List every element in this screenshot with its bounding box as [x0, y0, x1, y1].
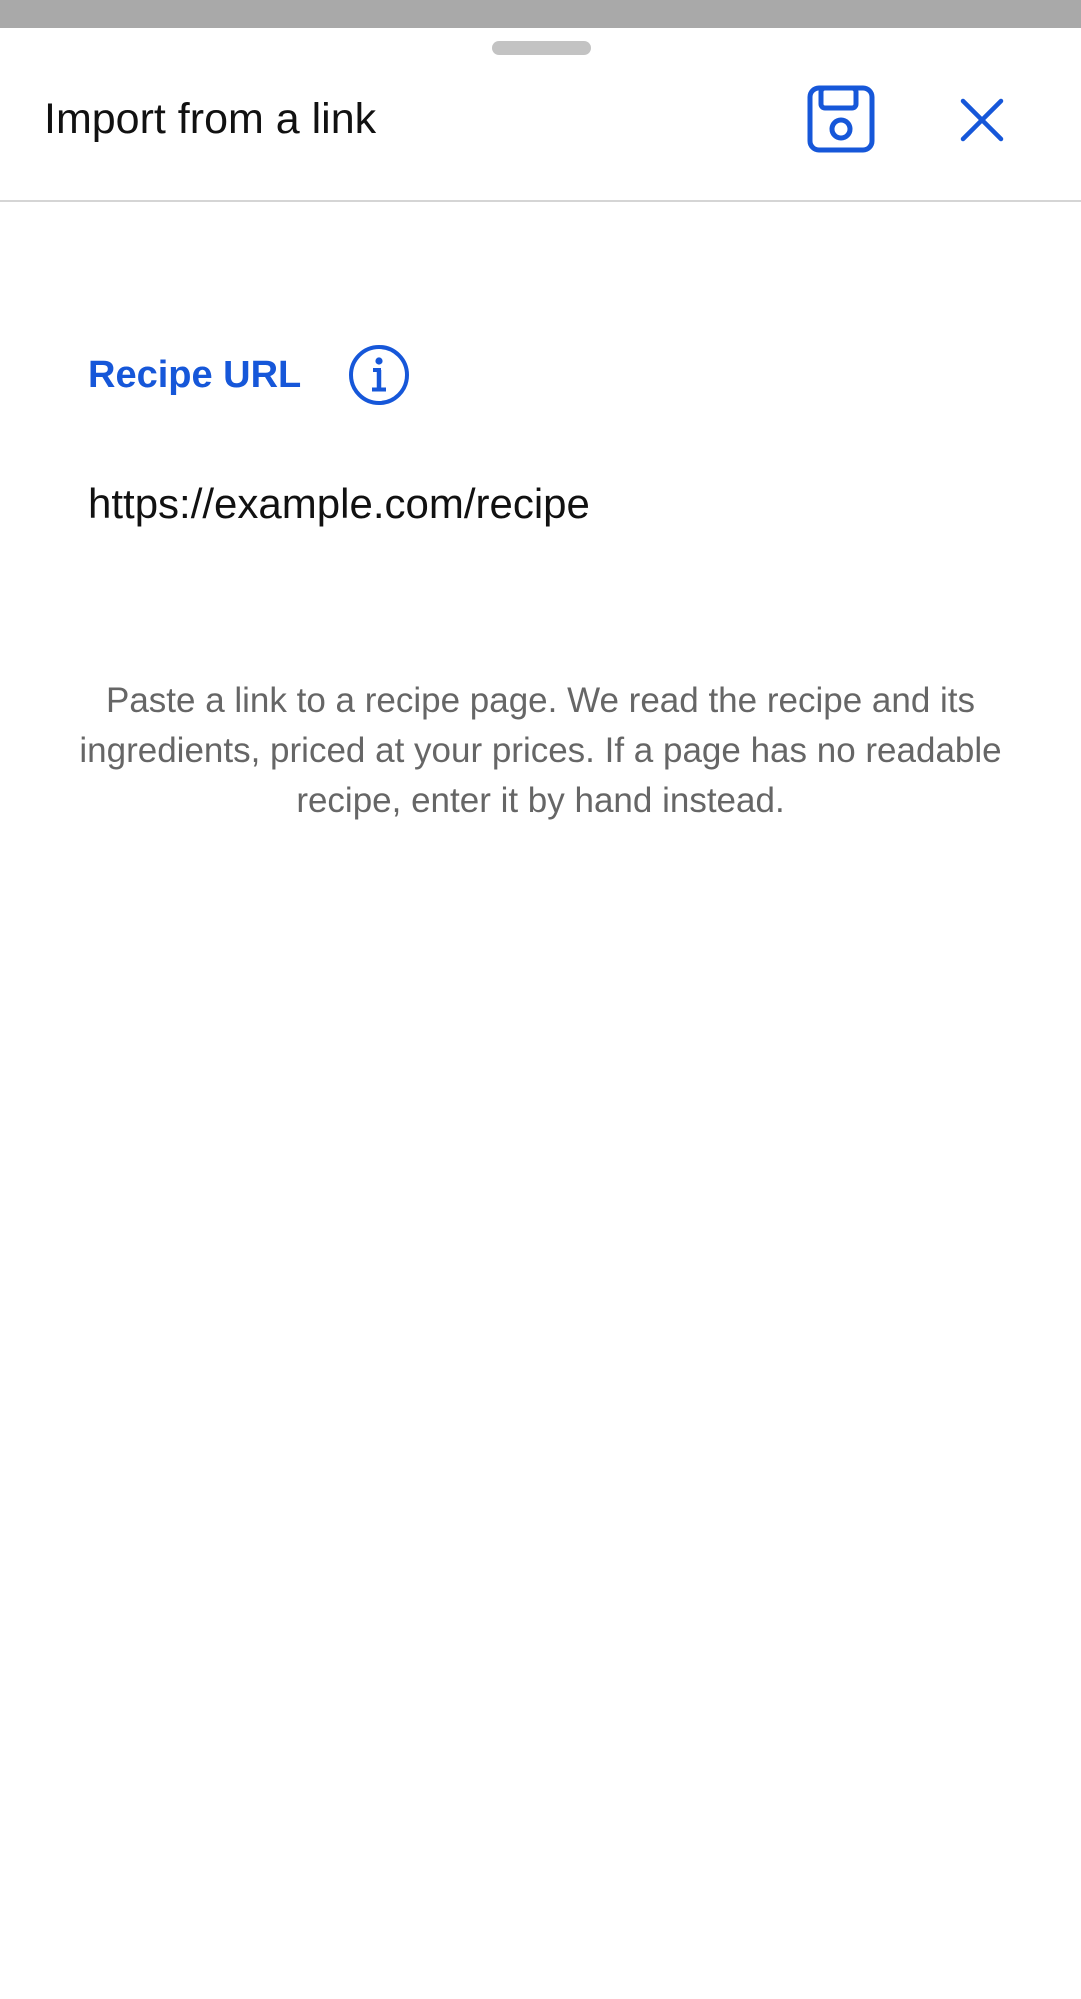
info-icon [349, 345, 410, 405]
info-button[interactable] [347, 343, 411, 407]
page-title: Import from a link [44, 95, 377, 143]
url-field-label: Recipe URL [88, 353, 302, 396]
close-button[interactable] [950, 88, 1014, 152]
close-icon [960, 98, 1004, 142]
save-button[interactable] [798, 76, 884, 162]
backdrop-overlay [0, 0, 1081, 28]
bottom-sheet: Import from a link Recipe URL https://ex… [0, 28, 1081, 1999]
recipe-url-input[interactable] [88, 474, 988, 534]
save-icon [807, 85, 875, 153]
url-field-label-row: Recipe URL [88, 342, 411, 408]
help-text: Paste a link to a recipe page. We read t… [79, 681, 1002, 820]
sheet-header: Import from a link [0, 28, 1081, 202]
